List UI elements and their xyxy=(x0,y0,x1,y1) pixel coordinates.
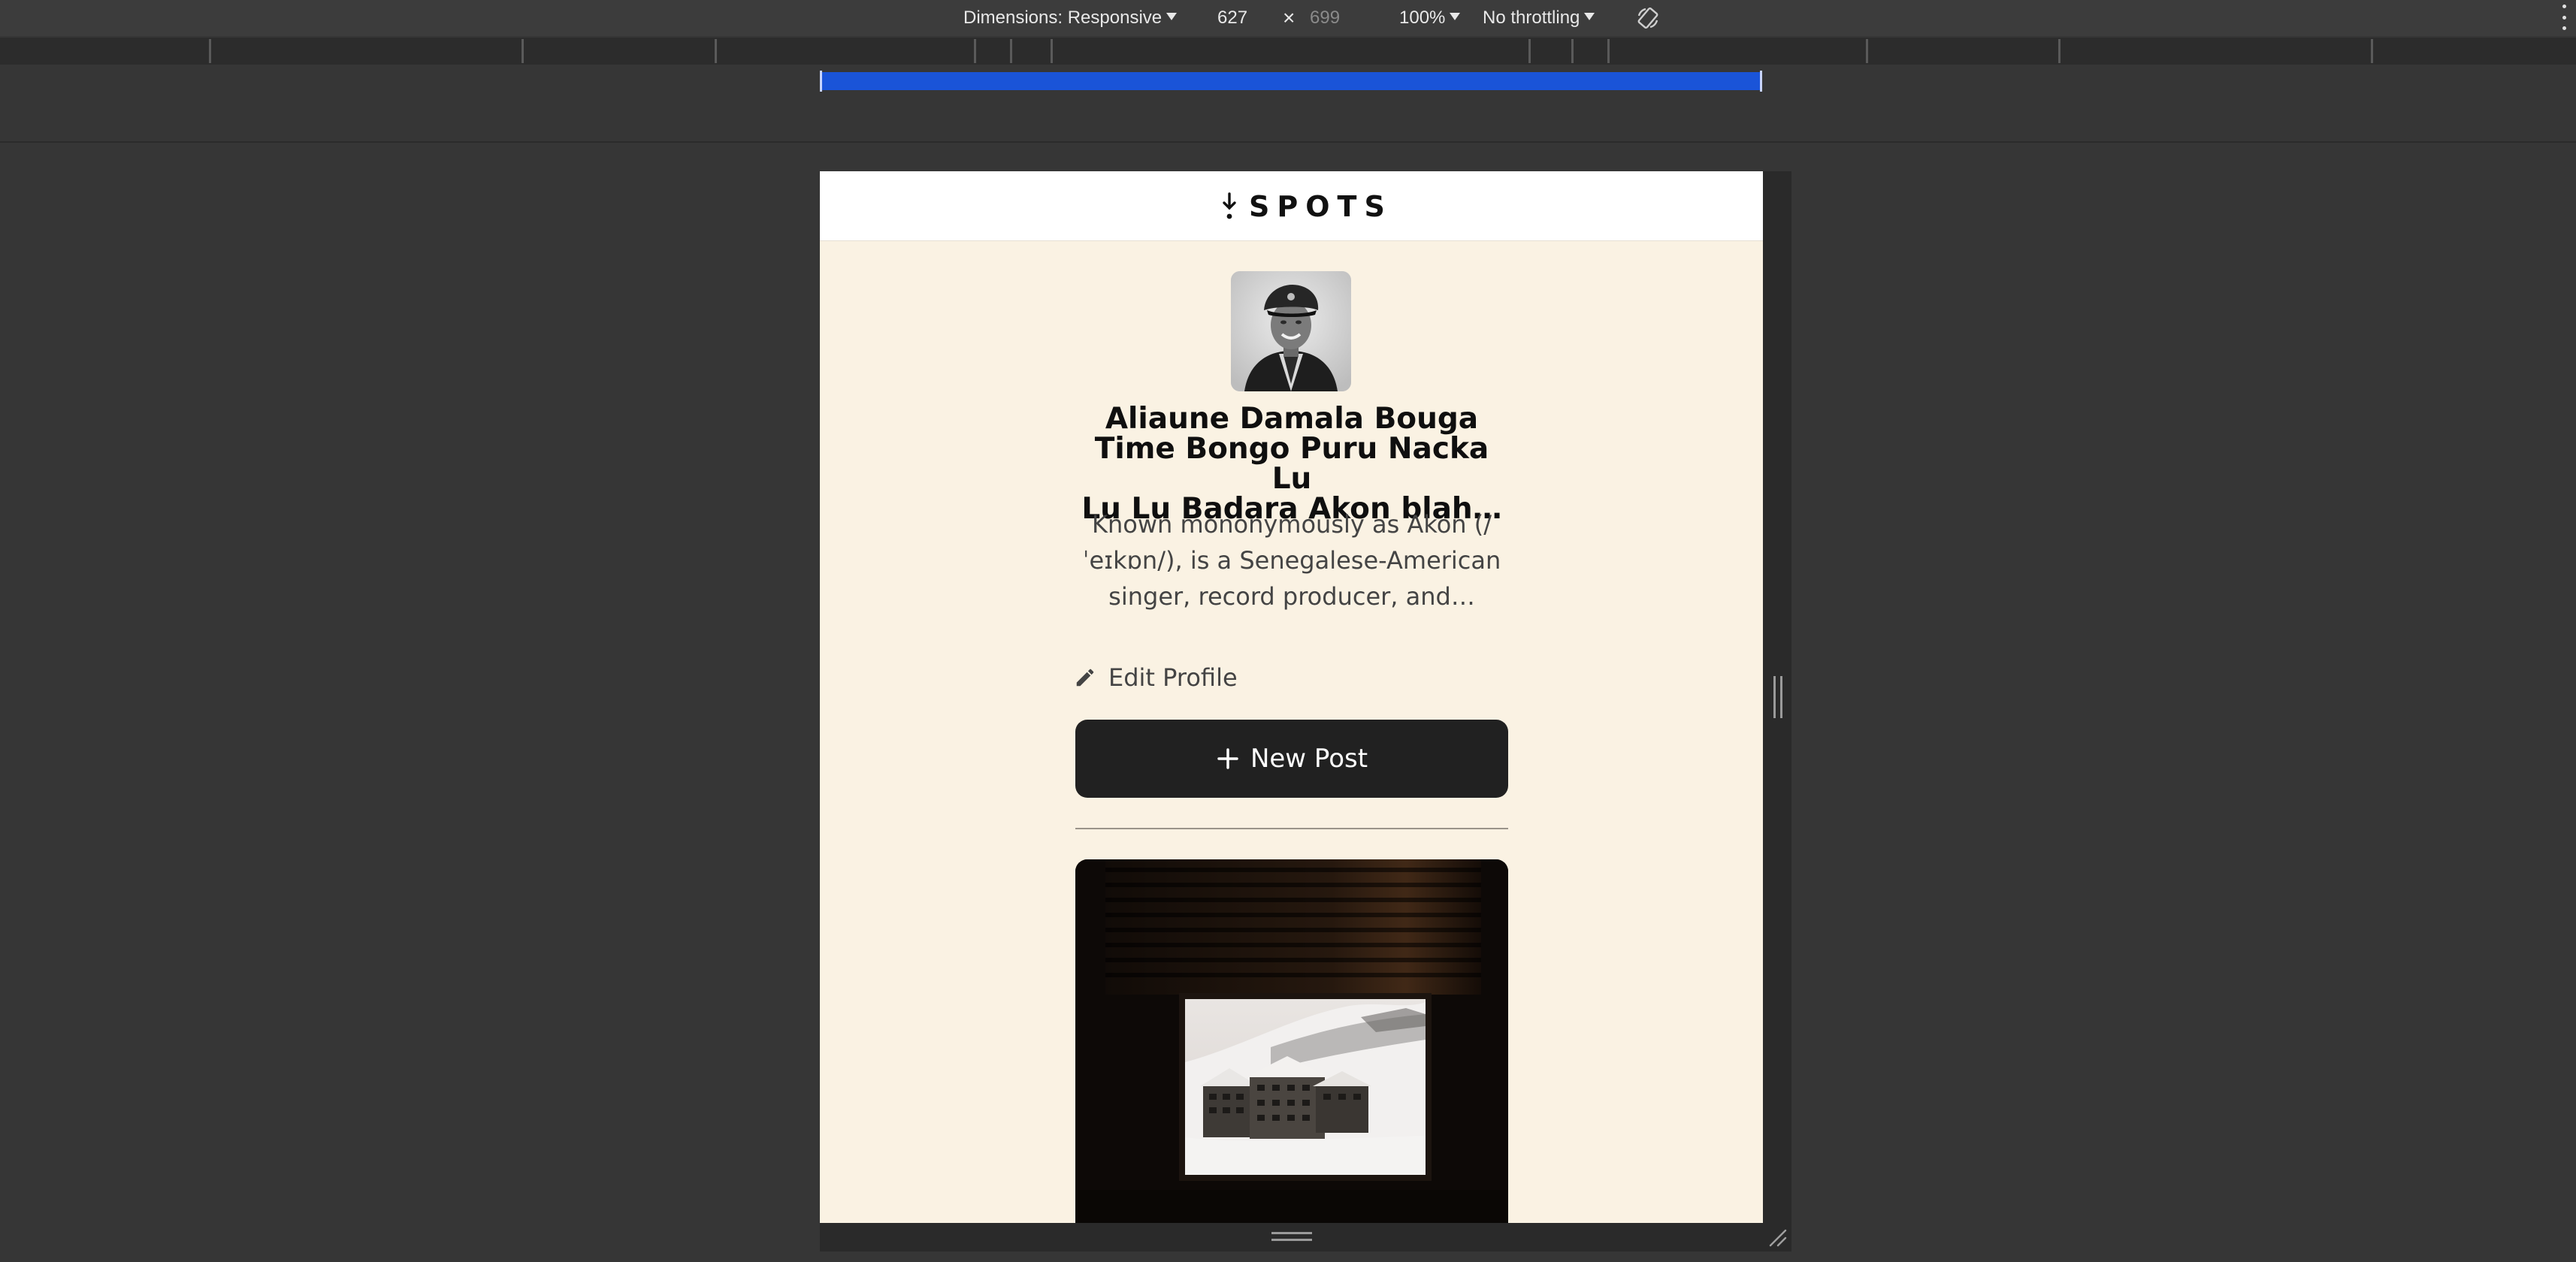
ruler-tick xyxy=(2058,39,2060,63)
ruler-tick xyxy=(2371,39,2373,63)
dimensions-label: Dimensions: Responsive xyxy=(963,8,1163,28)
width-value: 627 xyxy=(1217,8,1248,28)
new-post-button[interactable]: New Post xyxy=(1075,720,1508,798)
height-placeholder: 699 xyxy=(1310,8,1341,28)
edit-profile-button[interactable]: Edit Profile xyxy=(1074,657,1238,699)
ruler-tick xyxy=(522,39,524,63)
throttling-label: No throttling xyxy=(1483,8,1580,28)
chevron-down-icon xyxy=(1450,13,1461,20)
divider xyxy=(0,141,2576,143)
device-viewport: SPOTS Aliaune Damala Bouga Time Bongo Pu… xyxy=(820,171,1763,1223)
logo[interactable]: SPOTS xyxy=(1220,189,1392,224)
media-query-bar[interactable] xyxy=(820,71,1762,92)
times-icon: × xyxy=(1283,6,1296,29)
ruler-tick xyxy=(1571,39,1574,63)
logo-text: SPOTS xyxy=(1249,190,1392,223)
avatar xyxy=(1231,271,1351,391)
ruler-tick xyxy=(1528,39,1531,63)
chevron-down-icon xyxy=(1584,13,1595,20)
bottom-resize-handle[interactable] xyxy=(1271,1232,1312,1241)
right-resize-handle[interactable] xyxy=(1773,676,1782,718)
edit-profile-label: Edit Profile xyxy=(1108,663,1238,692)
profile-description: Known mononymously as Akon (/ ˈeɪkɒn/), … xyxy=(1074,506,1510,614)
arrow-down-icon xyxy=(1223,192,1236,219)
zoom-dropdown[interactable]: 100% xyxy=(1399,0,1461,36)
devtools-toolbar: Dimensions: Responsive 627 × 699 100% No… xyxy=(0,0,2576,36)
ruler-tick xyxy=(1010,39,1012,63)
ruler-tick xyxy=(715,39,717,63)
new-post-label: New Post xyxy=(1250,744,1368,774)
post-card-image[interactable] xyxy=(1075,859,1508,1223)
site-header: SPOTS xyxy=(820,171,1763,241)
profile-description-line: Known mononymously as Akon (/ xyxy=(1091,510,1492,539)
width-input[interactable]: 627 xyxy=(1217,0,1247,36)
zoom-label: 100% xyxy=(1399,8,1446,28)
profile-name-line: Aliaune Damala Bouga xyxy=(1105,402,1479,436)
ruler-tick xyxy=(1051,39,1053,63)
profile-description-line: singer, record producer, and… xyxy=(1108,582,1475,611)
rotate-button[interactable] xyxy=(1635,0,1661,36)
dimensions-dropdown[interactable]: Dimensions: Responsive xyxy=(963,0,1178,36)
pencil-icon xyxy=(1076,669,1094,687)
media-query-ruler xyxy=(0,38,2576,65)
ruler-tick xyxy=(209,39,211,63)
profile-name-line: Time Bongo Puru Nacka Lu xyxy=(1094,432,1489,496)
chevron-down-icon xyxy=(1166,13,1178,20)
divider xyxy=(1075,828,1508,829)
corner-resize-icon[interactable] xyxy=(1767,1227,1788,1248)
profile-description-line: ˈeɪkɒn/), is a Senegalese-American xyxy=(1082,546,1501,575)
ruler-tick xyxy=(1866,39,1868,63)
kebab-menu-icon[interactable] xyxy=(2561,5,2567,30)
throttling-dropdown[interactable]: No throttling xyxy=(1483,0,1595,36)
ruler-tick xyxy=(1607,39,1610,63)
plus-icon xyxy=(1217,748,1238,769)
height-input[interactable]: 699 xyxy=(1310,0,1340,36)
ruler-tick xyxy=(974,39,976,63)
rotate-icon xyxy=(1637,7,1658,29)
